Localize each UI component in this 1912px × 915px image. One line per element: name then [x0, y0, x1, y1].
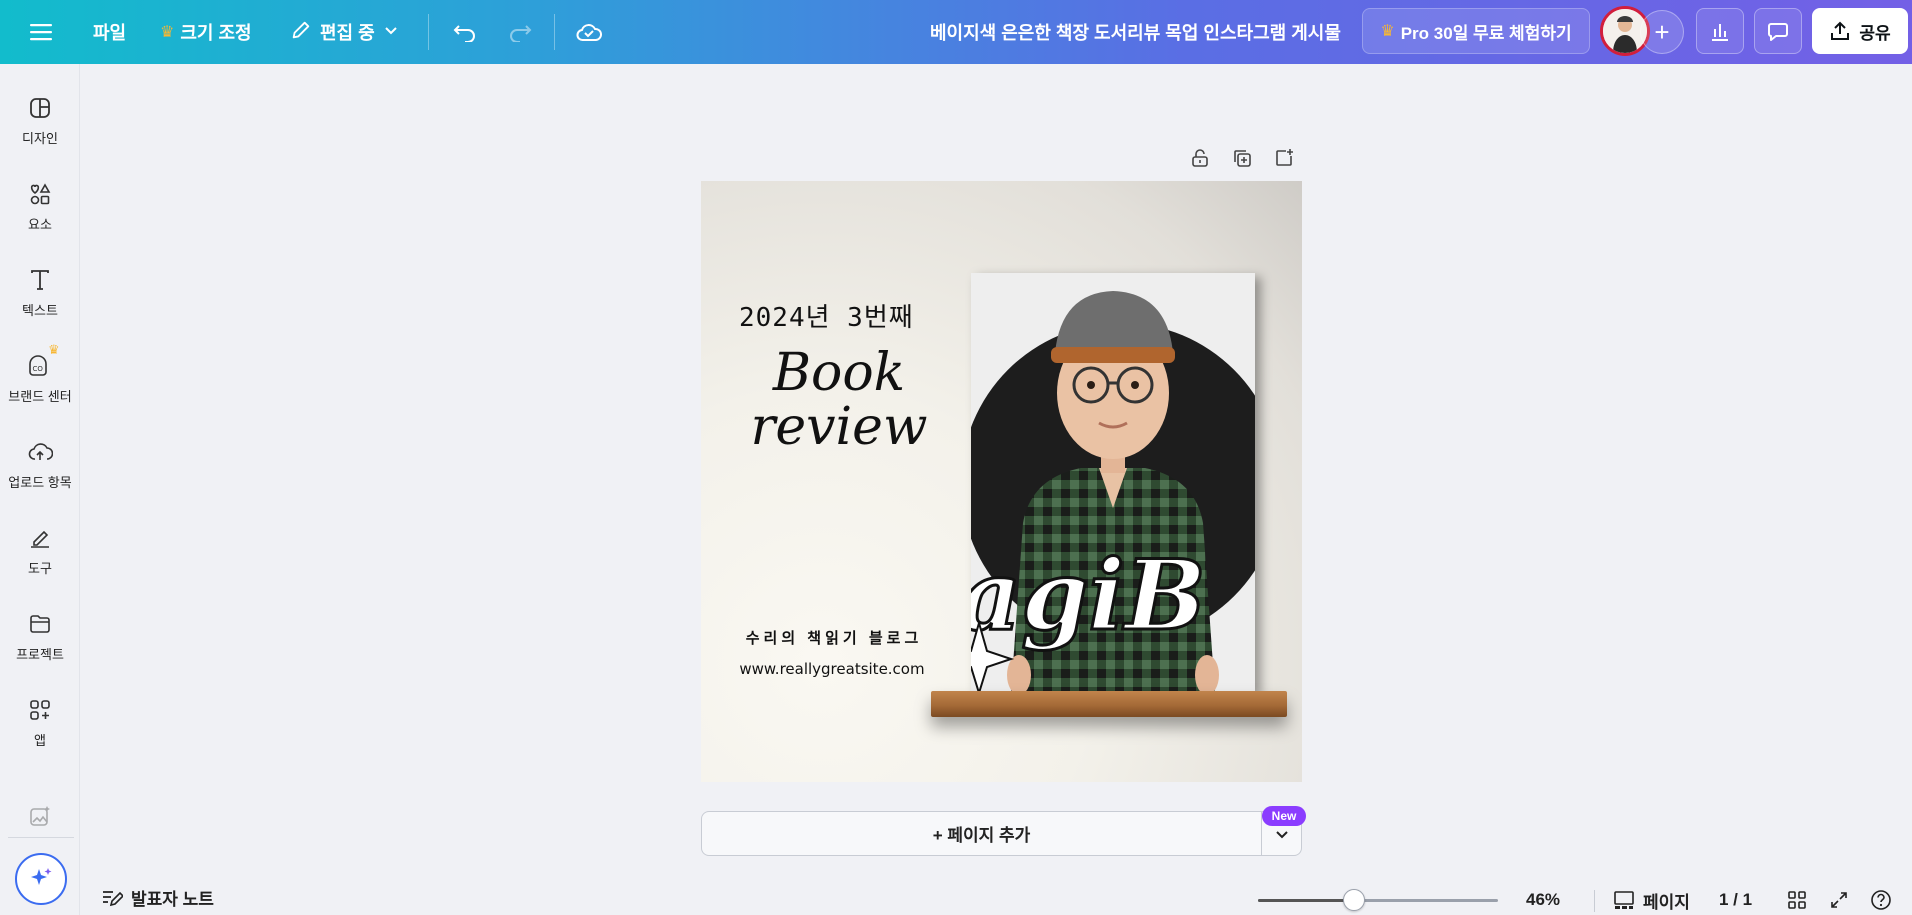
design-canvas[interactable]: 2024년 3번째 Book review 수리의 책읽기 블로그 www.re…	[701, 181, 1302, 782]
sidebar-item-label: 브랜드 센터	[8, 388, 72, 404]
edit-mode-dropdown[interactable]: 편집 중	[290, 0, 399, 64]
sidebar-item-label: 디자인	[22, 130, 58, 146]
help-icon[interactable]	[1869, 888, 1893, 912]
chevron-down-icon	[383, 22, 399, 43]
upload-icon	[28, 442, 53, 460]
wooden-shelf[interactable]	[931, 691, 1287, 717]
cover-logo-text: agiB	[971, 539, 1206, 652]
upload-share-icon	[1831, 21, 1850, 40]
bar-chart-icon	[1712, 24, 1728, 41]
notes-icon	[103, 890, 123, 906]
insights-button[interactable]	[1696, 8, 1744, 54]
title-line: Book	[772, 343, 906, 403]
divider	[1594, 890, 1595, 912]
book-cover-image[interactable]: agiB	[971, 273, 1255, 693]
zoom-slider-fill	[1258, 899, 1354, 902]
year-text[interactable]: 2024년 3번째	[739, 297, 914, 334]
redo-button[interactable]	[505, 0, 535, 64]
presenter-notes-button[interactable]: 발표자 노트	[101, 880, 214, 915]
chevron-down-icon	[1276, 830, 1288, 838]
menu-icon[interactable]	[24, 0, 58, 64]
magic-assistant-button[interactable]	[15, 853, 67, 905]
add-collaborator-button[interactable]: +	[1640, 10, 1684, 54]
pages-label: 페이지	[1643, 892, 1690, 912]
pages-icon	[1614, 891, 1634, 909]
sidebar-item-apps[interactable]: 앱	[0, 680, 80, 766]
apps-icon	[30, 699, 50, 720]
page-toolbar	[1188, 146, 1296, 170]
fullscreen-icon[interactable]	[1827, 888, 1851, 912]
svg-text:CO: CO	[33, 365, 44, 373]
pro-trial-button[interactable]: ♛ Pro 30일 무료 체험하기	[1362, 8, 1590, 54]
resize-button[interactable]: ♛ 크기 조정	[160, 0, 252, 64]
sidebar-item-label: 요소	[28, 216, 52, 232]
presenter-notes-label: 발표자 노트	[131, 890, 214, 909]
sidebar-item-projects[interactable]: 프로젝트	[0, 594, 80, 680]
share-label: 공유	[1859, 23, 1891, 43]
redo-icon	[510, 25, 532, 42]
file-menu-label: 파일	[93, 23, 127, 43]
url-text[interactable]: www.reallygreatsite.com	[737, 660, 927, 678]
resize-label: 크기 조정	[180, 23, 252, 43]
sidebar-item-label: 도구	[28, 560, 52, 576]
crown-icon: ♛	[160, 24, 175, 41]
sidebar-divider	[8, 837, 74, 838]
edit-mode-label: 편집 중	[320, 23, 375, 43]
blog-name-text[interactable]: 수리의 책읽기 블로그	[739, 627, 929, 648]
crown-icon: ♛	[48, 341, 60, 357]
sidebar-item-label: 텍스트	[22, 302, 58, 318]
sidebar-item-text[interactable]: 텍스트	[0, 250, 80, 336]
sidebar-item-tools[interactable]: 도구	[0, 508, 80, 594]
sparkle-icon	[31, 868, 52, 885]
divider	[428, 14, 429, 50]
zoom-slider-handle[interactable]	[1343, 889, 1365, 911]
elements-icon	[30, 182, 51, 204]
image-magic-icon[interactable]	[28, 804, 52, 828]
zoom-slider[interactable]	[1258, 889, 1498, 911]
cloud-saved-icon[interactable]	[574, 0, 604, 64]
design-icon	[30, 97, 50, 118]
top-bar: 파일 ♛ 크기 조정 편집 중 베이지색 은은한 책장 도서리뷰 목업 인스타그…	[0, 0, 1912, 64]
undo-icon	[453, 25, 475, 42]
folder-icon	[30, 614, 50, 633]
pencil-icon	[290, 19, 312, 46]
duplicate-page-icon[interactable]	[1230, 146, 1254, 170]
crown-icon: ♛	[1380, 23, 1395, 40]
zoom-level[interactable]: 46%	[1526, 880, 1560, 915]
sidebar-item-label: 업로드 항목	[8, 474, 72, 490]
comment-icon	[1768, 23, 1788, 41]
pages-button[interactable]: 페이지	[1613, 880, 1690, 915]
bottom-bar: 발표자 노트 46% 페이지 1 / 1	[81, 880, 1912, 915]
sidebar-item-brand-center[interactable]: CO ♛ 브랜드 센터	[0, 336, 80, 422]
lock-icon[interactable]	[1188, 146, 1212, 170]
sidebar-item-design[interactable]: 디자인	[0, 78, 80, 164]
file-menu-button[interactable]: 파일	[93, 0, 126, 64]
text-icon	[31, 269, 49, 290]
plus-icon: +	[1654, 16, 1670, 47]
sidebar-item-label: 프로젝트	[16, 646, 64, 662]
grid-view-icon[interactable]	[1785, 888, 1809, 912]
new-badge: New	[1262, 806, 1306, 826]
divider	[554, 14, 555, 50]
pro-trial-label: Pro 30일 무료 체험하기	[1400, 23, 1572, 43]
document-title[interactable]: 베이지색 은은한 책장 도서리뷰 목업 인스타그램 게시물	[930, 0, 1341, 64]
undo-button[interactable]	[450, 0, 480, 64]
add-page-icon[interactable]	[1272, 146, 1296, 170]
add-page-bar: + 페이지 추가	[701, 811, 1302, 856]
title-text[interactable]: Book review	[739, 346, 939, 454]
sidebar-item-uploads[interactable]: 업로드 항목	[0, 422, 80, 508]
left-sidebar: 디자인 요소 텍스트 CO ♛ 브랜드 센터 업로드 항목 도구 프로젝트 앱	[0, 64, 80, 915]
sidebar-item-label: 앱	[34, 732, 46, 748]
add-page-button[interactable]: + 페이지 추가	[702, 812, 1262, 855]
title-line: review	[750, 397, 928, 457]
brand-center-icon: CO	[29, 354, 47, 376]
comments-button[interactable]	[1754, 8, 1802, 54]
page-count: 1 / 1	[1719, 890, 1753, 909]
share-button[interactable]: 공유	[1812, 8, 1908, 54]
tools-icon	[31, 530, 49, 548]
sidebar-item-elements[interactable]: 요소	[0, 164, 80, 250]
